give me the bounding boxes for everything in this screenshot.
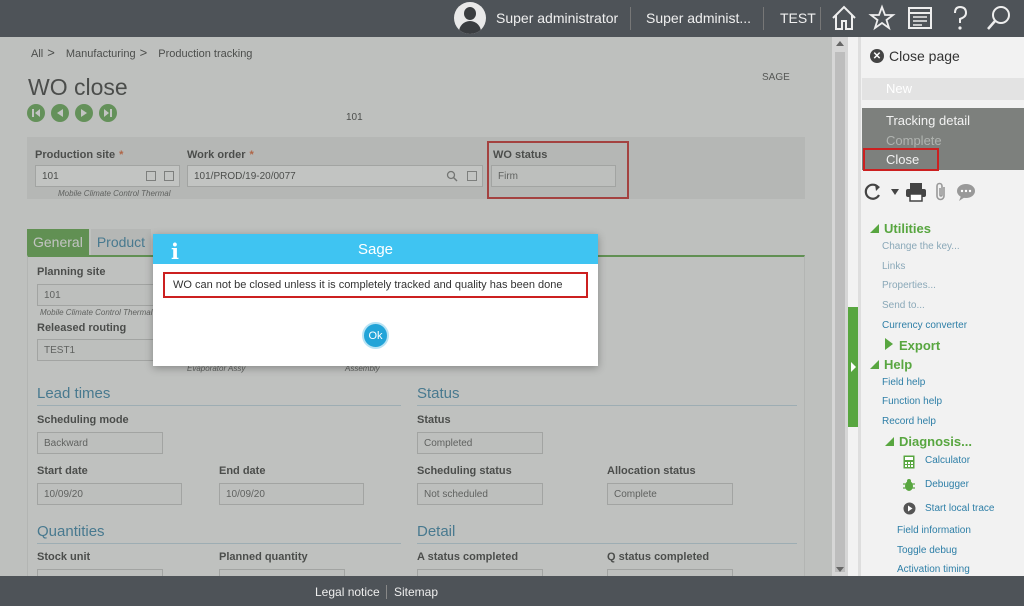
calculator-item[interactable]: Calculator bbox=[925, 455, 970, 466]
new-button[interactable]: New bbox=[862, 78, 1024, 100]
print-icon[interactable] bbox=[905, 182, 927, 202]
currency-converter-item[interactable]: Currency converter bbox=[882, 320, 967, 331]
field-help-item[interactable]: Field help bbox=[882, 377, 925, 388]
scroll-down-icon[interactable] bbox=[836, 567, 844, 572]
legal-notice-link[interactable]: Legal notice bbox=[315, 585, 380, 599]
debugger-item[interactable]: Debugger bbox=[925, 479, 969, 490]
toggle-debug-item[interactable]: Toggle debug bbox=[897, 545, 957, 556]
sitemap-link[interactable]: Sitemap bbox=[394, 585, 438, 599]
panel-separator bbox=[858, 37, 861, 576]
search-icon[interactable] bbox=[985, 4, 1013, 32]
refresh-icon[interactable] bbox=[863, 182, 885, 202]
help-menu[interactable]: Help bbox=[870, 357, 912, 372]
change-key-item[interactable]: Change the key... bbox=[882, 241, 960, 252]
export-menu[interactable]: Export bbox=[885, 338, 940, 353]
close-page-button[interactable]: ✕ Close page bbox=[870, 48, 960, 64]
close-action-highlight bbox=[863, 148, 939, 171]
diagnosis-menu[interactable]: Diagnosis... bbox=[885, 434, 972, 449]
comment-icon[interactable] bbox=[955, 182, 977, 202]
ok-button[interactable]: Ok bbox=[362, 322, 389, 349]
attachment-icon[interactable] bbox=[933, 182, 949, 202]
close-page-label: Close page bbox=[889, 48, 960, 64]
close-icon: ✕ bbox=[870, 49, 884, 63]
divider bbox=[820, 7, 821, 30]
display-icon[interactable] bbox=[906, 4, 934, 32]
links-item[interactable]: Links bbox=[882, 261, 905, 272]
utilities-menu[interactable]: Utilities bbox=[870, 221, 931, 236]
panel-toolbar bbox=[863, 180, 977, 204]
start-local-trace-item[interactable]: Start local trace bbox=[925, 503, 994, 514]
scroll-up-icon[interactable] bbox=[836, 41, 844, 46]
message-dialog: i Sage WO can not be closed unless it is… bbox=[153, 234, 598, 366]
help-icon[interactable] bbox=[946, 4, 974, 32]
top-bar: Super administrator Super administ... TE… bbox=[0, 0, 1024, 37]
expanded-icon bbox=[885, 437, 894, 446]
main-scrollbar[interactable] bbox=[832, 37, 848, 576]
play-icon bbox=[903, 502, 916, 515]
field-information-item[interactable]: Field information bbox=[897, 525, 971, 536]
dialog-message: WO can not be closed unless it is comple… bbox=[163, 272, 588, 298]
dialog-title: Sage bbox=[357, 241, 394, 258]
calculator-icon bbox=[903, 455, 915, 469]
chevron-down-icon[interactable] bbox=[891, 189, 899, 195]
record-help-item[interactable]: Record help bbox=[882, 416, 936, 427]
home-icon[interactable] bbox=[830, 4, 858, 32]
divider bbox=[386, 585, 387, 599]
collapsed-icon bbox=[885, 338, 893, 350]
panel-toggle-handle[interactable] bbox=[848, 307, 858, 427]
activation-timing-item[interactable]: Activation timing bbox=[897, 564, 970, 575]
role-name[interactable]: Super administ... bbox=[646, 10, 751, 26]
footer: Legal notice Sitemap bbox=[0, 576, 1024, 606]
divider bbox=[630, 7, 631, 30]
complete-action[interactable]: Complete bbox=[886, 133, 942, 148]
divider bbox=[763, 7, 764, 30]
right-panel: ✕ Close page New Tracking detail Complet… bbox=[848, 37, 1024, 576]
expanded-icon bbox=[870, 224, 879, 233]
tracking-detail-action[interactable]: Tracking detail bbox=[886, 113, 970, 128]
star-icon[interactable] bbox=[868, 4, 896, 32]
expanded-icon bbox=[870, 360, 879, 369]
bug-icon bbox=[903, 479, 915, 491]
dialog-header: i Sage bbox=[153, 234, 598, 264]
folder-name[interactable]: TEST bbox=[780, 10, 816, 26]
avatar[interactable] bbox=[454, 2, 486, 34]
properties-item[interactable]: Properties... bbox=[882, 280, 936, 291]
scroll-thumb[interactable] bbox=[835, 52, 845, 572]
user-name[interactable]: Super administrator bbox=[496, 10, 618, 26]
send-to-item[interactable]: Send to... bbox=[882, 300, 925, 311]
function-help-item[interactable]: Function help bbox=[882, 396, 942, 407]
